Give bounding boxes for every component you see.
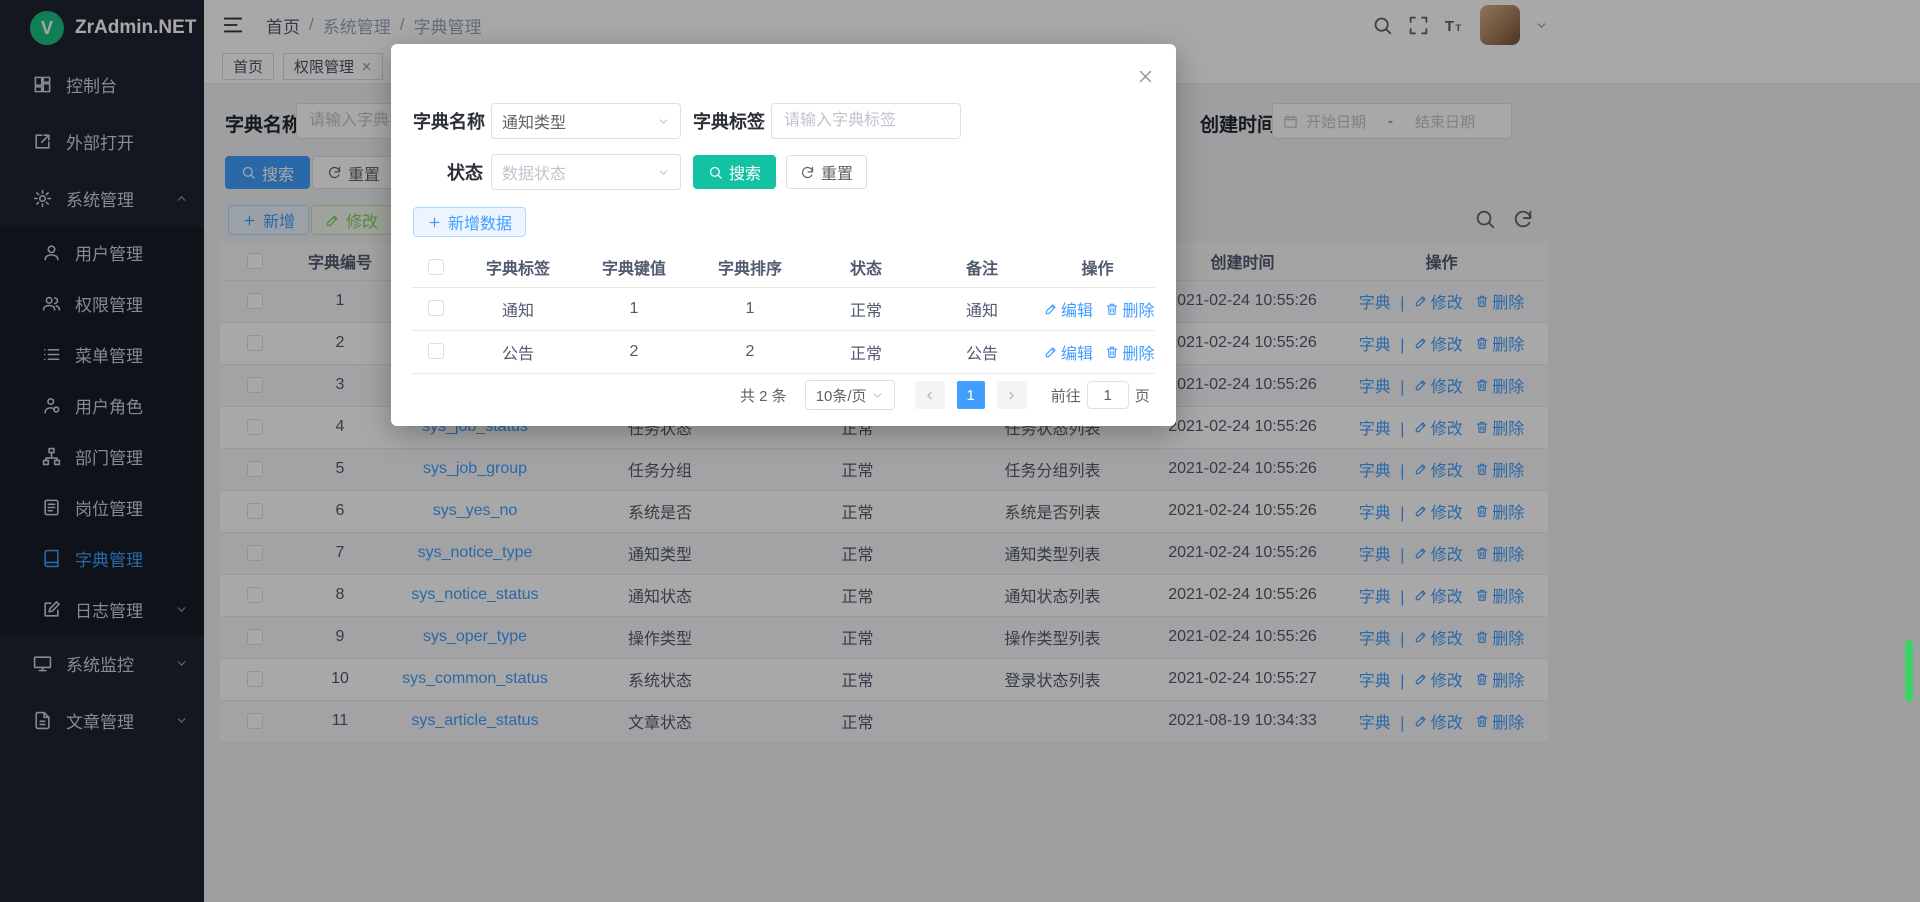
cell-label: 公告 bbox=[460, 330, 576, 373]
goto-label: 前往 bbox=[1051, 385, 1081, 406]
dialog-close-icon[interactable] bbox=[1137, 68, 1154, 85]
col-ops: 操作 bbox=[1040, 247, 1155, 287]
search-icon bbox=[708, 165, 723, 180]
pagination-total: 共 2 条 bbox=[740, 385, 787, 406]
dialog-table-header-row: 字典标签 字典键值 字典排序 状态 备注 操作 bbox=[412, 247, 1155, 287]
cell-label: 通知 bbox=[460, 287, 576, 330]
row-checkbox[interactable] bbox=[428, 300, 444, 316]
dialog-dict-label-label: 字典标签 bbox=[693, 108, 763, 134]
dialog-reset-button[interactable]: 重置 bbox=[786, 155, 867, 189]
delete-icon bbox=[1105, 345, 1119, 359]
cell-value: 2 bbox=[576, 330, 692, 373]
refresh-icon bbox=[800, 165, 815, 180]
chevron-down-icon bbox=[657, 115, 670, 128]
prev-page-button[interactable] bbox=[915, 381, 945, 409]
dict-name-select[interactable]: 通知类型 bbox=[491, 103, 681, 139]
chevron-right-icon bbox=[1005, 389, 1018, 402]
dialog-search-button[interactable]: 搜索 bbox=[693, 155, 776, 189]
page-suffix-label: 页 bbox=[1135, 385, 1150, 406]
goto-page-input[interactable] bbox=[1087, 381, 1129, 409]
col-value: 字典键值 bbox=[576, 247, 692, 287]
cell-ops: 编辑 删除 bbox=[1040, 330, 1155, 373]
chevron-down-icon bbox=[871, 389, 884, 402]
dialog-add-data-button[interactable]: 新增数据 bbox=[413, 207, 526, 237]
edit-icon bbox=[1044, 302, 1058, 316]
page-size-value: 10条/页 bbox=[816, 385, 867, 406]
status-select-placeholder: 数据状态 bbox=[502, 160, 566, 184]
row-edit-link[interactable]: 编辑 bbox=[1044, 340, 1093, 364]
chevron-down-icon bbox=[657, 166, 670, 179]
col-status: 状态 bbox=[808, 247, 924, 287]
next-page-button[interactable] bbox=[997, 381, 1027, 409]
cell-sort: 1 bbox=[692, 287, 808, 330]
cell-status: 正常 bbox=[808, 330, 924, 373]
delete-icon bbox=[1105, 302, 1119, 316]
cell-ops: 编辑 删除 bbox=[1040, 287, 1155, 330]
dialog-pagination: 共 2 条 10条/页 1 前往 页 bbox=[740, 380, 1150, 410]
plus-icon bbox=[427, 215, 442, 230]
page-size-select[interactable]: 10条/页 bbox=[805, 380, 895, 410]
row-edit-link[interactable]: 编辑 bbox=[1044, 297, 1093, 321]
cell-status: 正常 bbox=[808, 287, 924, 330]
status-select[interactable]: 数据状态 bbox=[491, 154, 681, 190]
row-delete-link[interactable]: 删除 bbox=[1105, 340, 1154, 364]
dict-name-select-value: 通知类型 bbox=[502, 109, 566, 133]
chevron-left-icon bbox=[923, 389, 936, 402]
scrollbar-thumb[interactable] bbox=[1905, 640, 1913, 702]
dialog-table-row: 公告 2 2 正常 公告 编辑 删除 bbox=[412, 330, 1155, 373]
cell-remark: 通知 bbox=[924, 287, 1040, 330]
dialog-status-label: 状态 bbox=[413, 159, 483, 185]
select-all-checkbox[interactable] bbox=[428, 259, 444, 275]
row-delete-link[interactable]: 删除 bbox=[1105, 297, 1154, 321]
col-label: 字典标签 bbox=[460, 247, 576, 287]
dialog-filter-row-2: 状态 数据状态 搜索 重置 bbox=[413, 153, 867, 191]
dict-label-input[interactable] bbox=[771, 103, 961, 139]
cell-value: 1 bbox=[576, 287, 692, 330]
dialog-filter-row-1: 字典名称 通知类型 字典标签 bbox=[413, 102, 961, 140]
current-page-button[interactable]: 1 bbox=[957, 381, 985, 409]
cell-sort: 2 bbox=[692, 330, 808, 373]
edit-icon bbox=[1044, 345, 1058, 359]
dict-data-table: 字典标签 字典键值 字典排序 状态 备注 操作 通知 1 1 正常 bbox=[412, 247, 1155, 374]
row-checkbox[interactable] bbox=[428, 343, 444, 359]
dialog-dict-name-label: 字典名称 bbox=[413, 108, 483, 134]
cell-remark: 公告 bbox=[924, 330, 1040, 373]
col-remark: 备注 bbox=[924, 247, 1040, 287]
dialog-table-row: 通知 1 1 正常 通知 编辑 删除 bbox=[412, 287, 1155, 330]
col-sort: 字典排序 bbox=[692, 247, 808, 287]
dict-data-dialog: 字典名称 通知类型 字典标签 状态 数据状态 搜索 重置 新增数据 bbox=[391, 44, 1176, 426]
